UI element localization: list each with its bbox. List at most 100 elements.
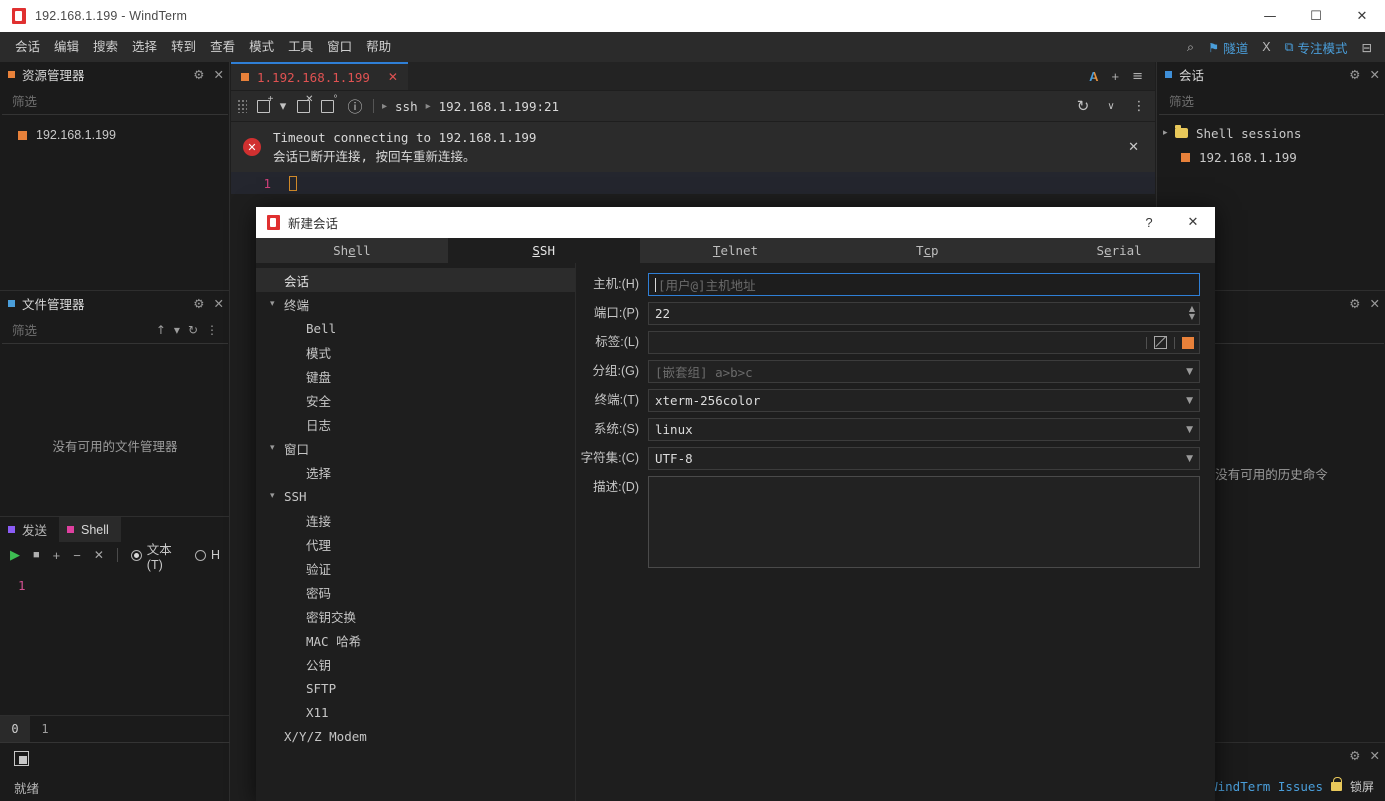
group-select[interactable]: [嵌套组] a>b>c ▼ <box>648 360 1200 383</box>
tab-shell[interactable]: Shell <box>256 238 448 263</box>
port-input[interactable]: 22 ▲▼ <box>648 302 1200 325</box>
breadcrumb-protocol[interactable]: ssh <box>395 99 418 114</box>
tag-color-swatch[interactable] <box>1182 337 1194 349</box>
tab-menu-icon[interactable]: ≡ <box>1132 69 1143 84</box>
menu-mode[interactable]: 模式 <box>242 32 281 62</box>
menu-edit[interactable]: 编辑 <box>47 32 86 62</box>
nav-item-session[interactable]: 会话 <box>256 268 575 292</box>
refresh-icon[interactable]: ↻ <box>188 323 198 337</box>
minimize-button[interactable]: — <box>1247 0 1293 32</box>
nav-item-window[interactable]: ▾窗口 <box>256 436 575 460</box>
send-editor[interactable]: 1 <box>0 568 230 593</box>
chevron-down-icon[interactable]: ▾ <box>174 323 180 337</box>
add-icon[interactable]: + <box>53 548 61 563</box>
nav-item-authentication[interactable]: 验证 <box>256 556 575 580</box>
menu-select[interactable]: 选择 <box>125 32 164 62</box>
terminal-more-icon[interactable]: ⋮ <box>1127 91 1151 121</box>
menu-session[interactable]: 会话 <box>8 32 47 62</box>
tunnel-button[interactable]: ⚑ 隧道 <box>1201 32 1255 62</box>
system-select[interactable]: linux ▼ <box>648 418 1200 441</box>
menu-goto[interactable]: 转到 <box>164 32 203 62</box>
menu-tools[interactable]: 工具 <box>281 32 320 62</box>
layout-button[interactable]: ⊟ <box>1355 32 1379 62</box>
status-tab-0[interactable]: 0 <box>0 716 30 742</box>
stop-icon[interactable]: ■ <box>33 549 40 561</box>
nav-item-ssh[interactable]: ▾SSH <box>256 484 575 508</box>
nav-item-xyz-modem[interactable]: X/Y/Z Modem <box>256 724 575 748</box>
new-tab-icon[interactable]: + <box>1112 69 1120 84</box>
lock-panel-close-icon[interactable]: ✕ <box>1370 748 1380 763</box>
run-icon[interactable]: ▶ <box>10 547 20 563</box>
history-gear-icon[interactable]: ⚙ <box>1349 296 1360 311</box>
tab-shell[interactable]: Shell <box>59 517 121 542</box>
nav-item-keyboard[interactable]: 键盘 <box>256 364 575 388</box>
new-session-icon[interactable]: + <box>251 91 275 121</box>
explorer-item-host[interactable]: 192.168.1.199 <box>0 123 230 147</box>
nav-item-bell[interactable]: Bell <box>256 316 575 340</box>
sessions-close-icon[interactable]: ✕ <box>1370 67 1380 82</box>
explorer-gear-icon[interactable]: ⚙ <box>193 67 204 82</box>
issues-link[interactable]: WindTerm Issues <box>1210 779 1323 794</box>
dialog-help-button[interactable]: ? <box>1127 207 1171 238</box>
close-session-icon[interactable]: ✕ <box>291 91 315 121</box>
nav-item-connection[interactable]: 连接 <box>256 508 575 532</box>
chevron-down-icon[interactable]: ∨ <box>1099 91 1123 121</box>
refresh-icon[interactable]: ↻ <box>1071 91 1095 121</box>
nav-item-sftp[interactable]: SFTP <box>256 676 575 700</box>
nav-item-terminal[interactable]: ▾终端 <box>256 292 575 316</box>
sessions-session-row[interactable]: 192.168.1.199 <box>1157 145 1385 169</box>
filemanager-close-icon[interactable]: ✕ <box>214 296 224 311</box>
lock-label[interactable]: 锁屏 <box>1350 778 1374 795</box>
nav-item-proxy[interactable]: 代理 <box>256 532 575 556</box>
remove-icon[interactable]: − <box>73 548 81 563</box>
more-icon[interactable]: ⋮ <box>206 323 218 337</box>
menu-window[interactable]: 窗口 <box>320 32 359 62</box>
window-icon[interactable] <box>14 751 29 766</box>
chevron-down-icon[interactable]: ▼ <box>1186 367 1193 377</box>
term-select[interactable]: xterm-256color ▼ <box>648 389 1200 412</box>
nav-item-public-key[interactable]: 公钥 <box>256 652 575 676</box>
filemanager-filter-input[interactable]: 筛选 ↑ ▾ ↻ ⋮ <box>2 316 228 344</box>
lock-panel-gear-icon[interactable]: ⚙ <box>1349 748 1360 763</box>
terminal-tab-close-icon[interactable]: ✕ <box>388 70 398 84</box>
explorer-filter-input[interactable]: 筛选 <box>2 87 228 115</box>
new-session-dropdown-icon[interactable]: ▾ <box>275 91 291 121</box>
up-icon[interactable]: ↑ <box>156 323 166 337</box>
menu-search[interactable]: 搜索 <box>86 32 125 62</box>
chevron-right-icon[interactable]: ▸ <box>1163 128 1175 138</box>
nav-item-x11[interactable]: X11 <box>256 700 575 724</box>
history-close-icon[interactable]: ✕ <box>1370 296 1380 311</box>
nav-item-key-exchange[interactable]: 密钥交换 <box>256 604 575 628</box>
sessions-gear-icon[interactable]: ⚙ <box>1349 67 1360 82</box>
explorer-close-icon[interactable]: ✕ <box>214 67 224 82</box>
charset-select[interactable]: UTF-8 ▼ <box>648 447 1200 470</box>
tab-tcp[interactable]: Tcp <box>831 238 1023 263</box>
filemanager-gear-icon[interactable]: ⚙ <box>193 296 204 311</box>
tag-input[interactable] <box>648 331 1200 354</box>
tag-edit-icon[interactable] <box>1154 336 1167 349</box>
nav-item-mac-hash[interactable]: MAC 哈希 <box>256 628 575 652</box>
port-stepper[interactable]: ▲▼ <box>1189 305 1195 321</box>
font-icon[interactable]: A <box>1089 69 1098 84</box>
duplicate-session-icon[interactable]: ° <box>315 91 339 121</box>
menu-help[interactable]: 帮助 <box>359 32 398 62</box>
close-icon[interactable]: ✕ <box>94 548 104 562</box>
error-close-icon[interactable]: ✕ <box>1122 140 1145 155</box>
terminal-body[interactable]: 1 <box>231 172 1155 194</box>
tab-serial[interactable]: Serial <box>1023 238 1215 263</box>
search-button[interactable]: ⌕ <box>1180 32 1201 62</box>
chevron-down-icon[interactable]: ▼ <box>1186 425 1193 435</box>
maximize-button[interactable]: ☐ <box>1293 0 1339 32</box>
chevron-down-icon[interactable]: ▾ <box>270 491 284 501</box>
sessions-folder-row[interactable]: ▸ Shell sessions <box>1157 121 1385 145</box>
close-button[interactable]: ✕ <box>1339 0 1385 32</box>
sessions-filter-input[interactable]: 筛选 <box>1159 87 1384 115</box>
dialog-close-button[interactable]: ✕ <box>1171 207 1215 238</box>
status-tab-1[interactable]: 1 <box>30 716 60 742</box>
nav-item-log[interactable]: 日志 <box>256 412 575 436</box>
nav-item-selection[interactable]: 选择 <box>256 460 575 484</box>
terminal-tab[interactable]: 1.192.168.1.199 ✕ <box>231 62 408 90</box>
radio-hex[interactable]: H <box>195 548 220 562</box>
chevron-down-icon[interactable]: ▼ <box>1186 454 1193 464</box>
nav-item-security[interactable]: 安全 <box>256 388 575 412</box>
